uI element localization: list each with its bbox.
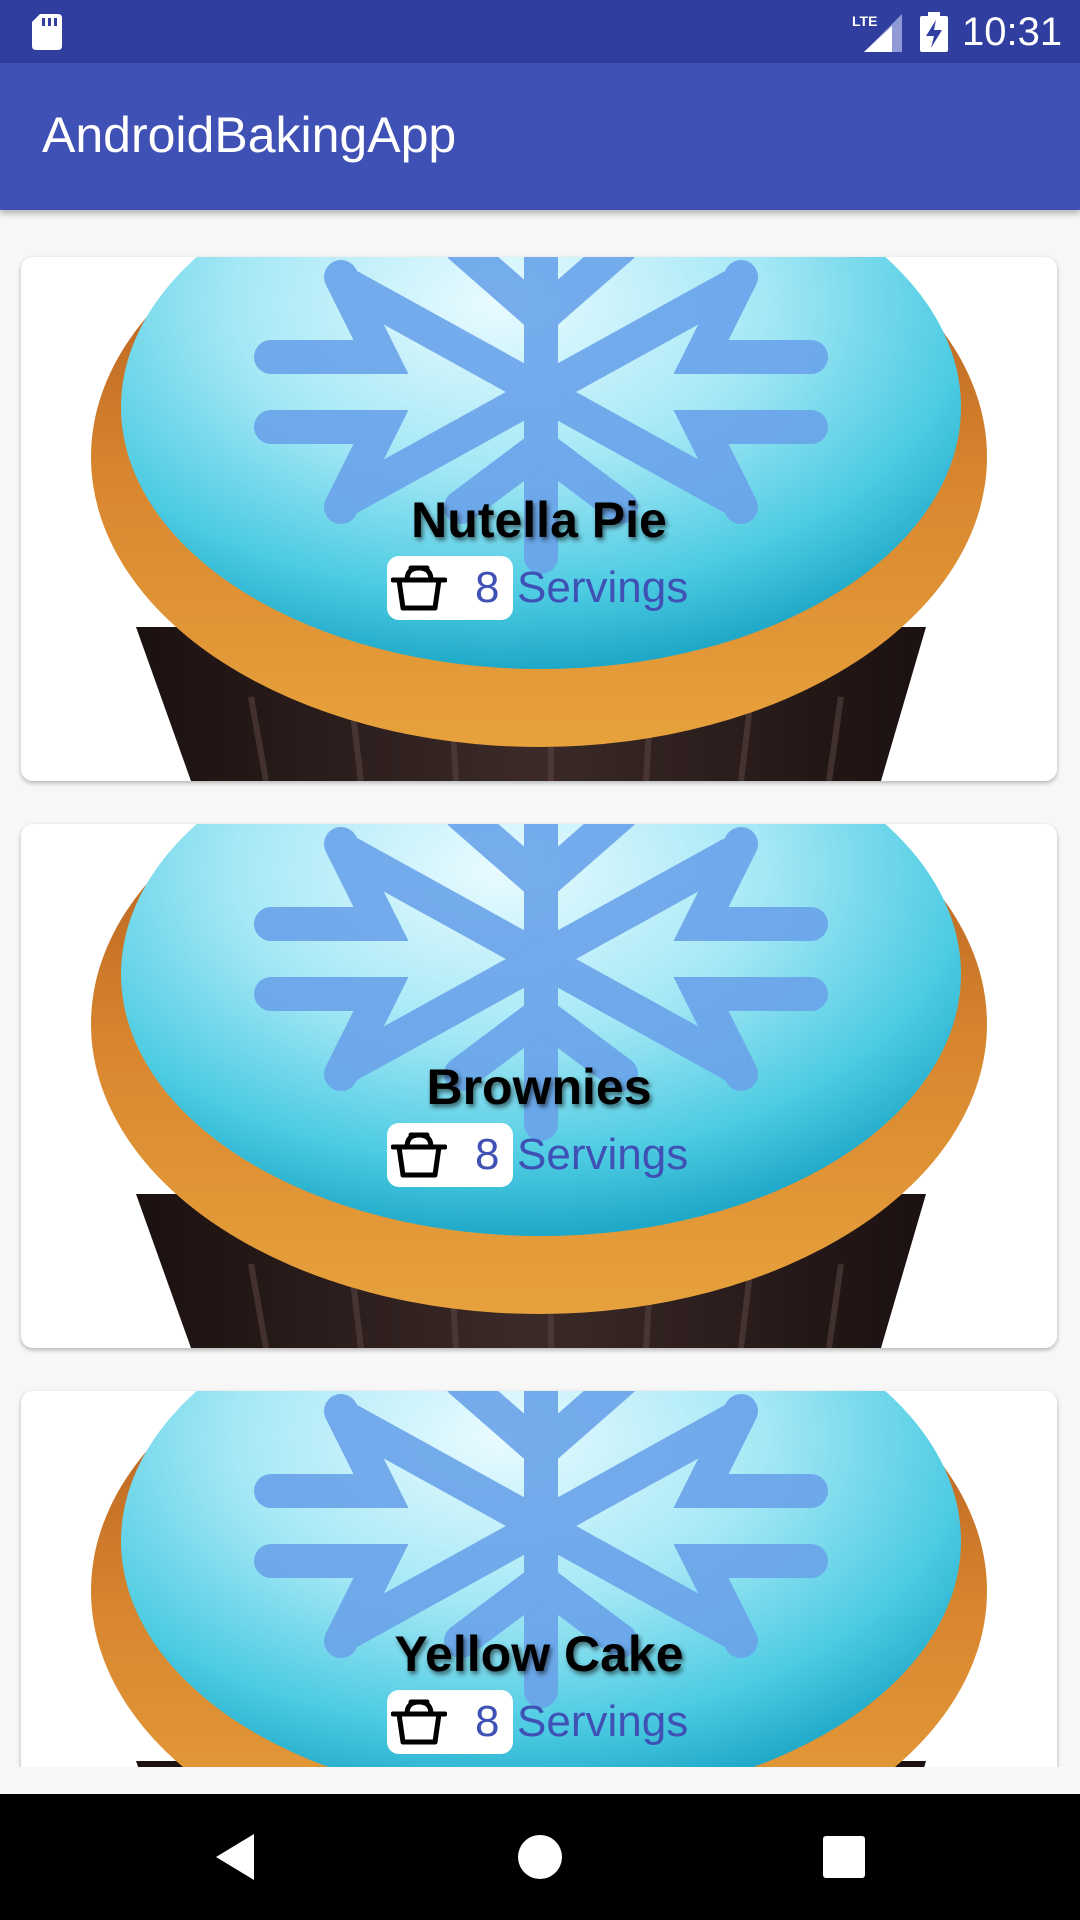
servings-label: Servings bbox=[517, 563, 689, 612]
servings-label: Servings bbox=[517, 1130, 689, 1179]
servings-count: 8 bbox=[475, 1130, 500, 1179]
app-bar: AndroidBakingApp bbox=[0, 63, 1080, 210]
servings-label: Servings bbox=[517, 1697, 689, 1746]
servings-row: 8 Servings bbox=[387, 1123, 707, 1187]
pot-icon bbox=[391, 1698, 447, 1746]
servings-row: 8 Servings bbox=[387, 1690, 707, 1754]
pot-icon bbox=[391, 564, 447, 612]
navigation-bar bbox=[0, 1794, 1080, 1920]
home-icon[interactable] bbox=[507, 1824, 573, 1890]
sd-card-icon bbox=[32, 14, 62, 50]
lte-label: LTE bbox=[852, 13, 877, 29]
recipe-card[interactable]: Yellow Cake 8 Servings bbox=[21, 1391, 1057, 1767]
recipe-name: Yellow Cake bbox=[394, 1626, 684, 1682]
status-bar: LTE 10:31 bbox=[0, 0, 1080, 63]
servings-row: 8 Servings bbox=[387, 556, 707, 620]
app-title: AndroidBakingApp bbox=[42, 107, 457, 163]
recents-icon[interactable] bbox=[811, 1824, 877, 1890]
recipe-card[interactable]: Brownies 8 Servings bbox=[21, 824, 1057, 1348]
recipe-list[interactable]: Nutella Pie 8 Servings Brownies 8 Servin… bbox=[0, 210, 1080, 1767]
recipe-name: Brownies bbox=[426, 1059, 652, 1115]
servings-count: 8 bbox=[475, 563, 500, 612]
servings-count: 8 bbox=[475, 1697, 500, 1746]
lte-signal-icon: LTE bbox=[852, 13, 902, 52]
battery-charging-icon bbox=[920, 12, 948, 52]
recipe-name: Nutella Pie bbox=[411, 492, 667, 548]
pot-icon bbox=[391, 1131, 447, 1179]
clock: 10:31 bbox=[962, 10, 1063, 54]
back-icon[interactable] bbox=[202, 1824, 268, 1890]
recipe-card[interactable]: Nutella Pie 8 Servings bbox=[21, 257, 1057, 781]
